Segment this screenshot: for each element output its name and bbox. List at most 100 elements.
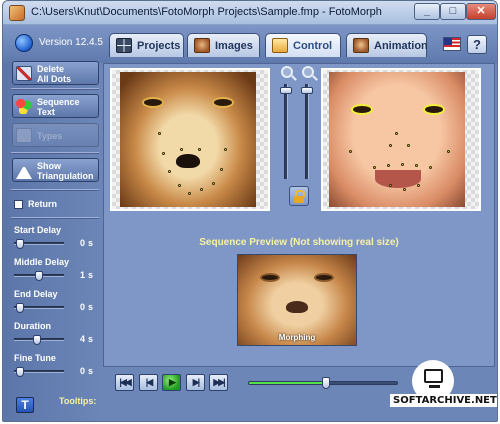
- morph-dot[interactable]: [198, 148, 201, 151]
- start-delay-unit: s: [88, 238, 94, 248]
- play-button[interactable]: ▶: [162, 374, 181, 391]
- middle-delay-unit: s: [88, 270, 94, 280]
- morph-dot[interactable]: [389, 144, 392, 147]
- middle-delay-slider[interactable]: [14, 271, 64, 281]
- slider-thumb[interactable]: [35, 271, 43, 281]
- tab-images[interactable]: Images: [187, 33, 260, 57]
- lock-icon[interactable]: [289, 186, 309, 206]
- eye-marker: [260, 273, 280, 282]
- minimize-button[interactable]: _: [414, 3, 440, 20]
- first-frame-button[interactable]: |◀◀: [115, 374, 134, 391]
- duration-unit: s: [88, 334, 94, 344]
- slider-thumb[interactable]: [16, 367, 24, 377]
- morph-dot[interactable]: [220, 168, 223, 171]
- end-delay-value: 0: [79, 302, 85, 312]
- top-toolbar: Version 12.4.5 Projects Images Control A…: [3, 25, 497, 63]
- app-window: C:\Users\Knut\Documents\FotoMorph Projec…: [2, 0, 498, 422]
- morph-dot[interactable]: [212, 182, 215, 185]
- tab-projects[interactable]: Projects: [109, 33, 184, 57]
- zoom-icon[interactable]: [302, 66, 314, 78]
- middle-delay-value: 1: [79, 270, 85, 280]
- middle-delay-label: Middle Delay: [14, 257, 70, 267]
- delete-all-dots-button[interactable]: Delete All Dots: [12, 61, 99, 85]
- slider-thumb[interactable]: [280, 87, 292, 94]
- tooltips-label: Tooltips:: [59, 396, 97, 406]
- slider-thumb[interactable]: [16, 239, 24, 249]
- morph-dot[interactable]: [162, 152, 165, 155]
- watermark: SOFTARCHIVE.NET: [387, 360, 497, 416]
- control-icon: [272, 38, 288, 53]
- morph-dot[interactable]: [429, 166, 432, 169]
- child-face-image: [329, 72, 465, 207]
- help-button[interactable]: ?: [467, 35, 487, 54]
- morph-dot[interactable]: [407, 144, 410, 147]
- previous-frame-button[interactable]: |◀: [139, 374, 158, 391]
- morph-dot[interactable]: [224, 148, 227, 151]
- morph-dot[interactable]: [373, 166, 376, 169]
- zoom-icon[interactable]: [281, 66, 293, 78]
- timeline-slider[interactable]: [248, 377, 398, 389]
- morph-dot[interactable]: [168, 170, 171, 173]
- source-zoom-slider[interactable]: [280, 84, 292, 179]
- close-button[interactable]: ✕: [466, 3, 496, 20]
- morph-dot[interactable]: [401, 163, 404, 166]
- source-image-frame[interactable]: [110, 68, 270, 211]
- morph-dot[interactable]: [395, 132, 398, 135]
- show-triangulation-button[interactable]: Show Triangulation: [12, 158, 99, 182]
- start-delay-slider[interactable]: [14, 239, 64, 249]
- tab-label: Control: [293, 40, 333, 52]
- slider-thumb[interactable]: [33, 335, 41, 345]
- morph-dot[interactable]: [387, 164, 390, 167]
- tab-label: Projects: [137, 40, 181, 52]
- morph-dot[interactable]: [447, 150, 450, 153]
- target-image-frame[interactable]: [321, 68, 481, 211]
- start-delay-label: Start Delay: [14, 225, 62, 235]
- maximize-button[interactable]: □: [440, 3, 466, 20]
- next-frame-button[interactable]: ▶|: [186, 374, 205, 391]
- end-delay-unit: s: [88, 302, 94, 312]
- return-checkbox[interactable]: [14, 200, 23, 209]
- preview-caption: Morphing: [278, 333, 316, 342]
- fine-tune-label: Fine Tune: [14, 353, 56, 363]
- language-flag-button[interactable]: [443, 37, 461, 51]
- fine-tune-slider[interactable]: [14, 367, 64, 377]
- watermark-text: SOFTARCHIVE.NET: [390, 394, 497, 407]
- morph-dot[interactable]: [188, 192, 191, 195]
- app-icon: [9, 5, 25, 21]
- target-zoom-slider[interactable]: [301, 84, 313, 179]
- morph-dot[interactable]: [417, 184, 420, 187]
- window-title: C:\Users\Knut\Documents\FotoMorph Projec…: [31, 6, 382, 18]
- tab-animation[interactable]: Animation: [346, 33, 428, 57]
- triangle-icon: [16, 164, 32, 179]
- eye-marker: [423, 104, 445, 115]
- timeline-thumb[interactable]: [322, 377, 330, 389]
- eye-marker: [212, 97, 234, 108]
- end-delay-slider[interactable]: [14, 303, 64, 313]
- eye-marker: [314, 273, 334, 282]
- morph-dot[interactable]: [389, 184, 392, 187]
- fine-tune-value: 0: [79, 366, 85, 376]
- duration-label: Duration: [14, 321, 51, 331]
- duration-slider[interactable]: [14, 335, 64, 345]
- divider: [11, 152, 99, 154]
- morph-dot[interactable]: [349, 150, 352, 153]
- slider-thumb[interactable]: [16, 303, 24, 313]
- morph-dot[interactable]: [200, 188, 203, 191]
- morph-dot[interactable]: [403, 188, 406, 191]
- morph-dot[interactable]: [180, 148, 183, 151]
- morph-dot[interactable]: [415, 164, 418, 167]
- globe-icon: [15, 34, 33, 52]
- button-label: Show Triangulation: [37, 161, 94, 181]
- morph-dot[interactable]: [158, 132, 161, 135]
- start-delay-value: 0: [79, 238, 85, 248]
- types-button[interactable]: Types: [12, 123, 99, 147]
- last-frame-button[interactable]: ▶▶|: [209, 374, 228, 391]
- tab-control[interactable]: Control: [265, 33, 341, 57]
- morph-dot[interactable]: [178, 184, 181, 187]
- sequence-preview: Morphing: [237, 254, 357, 346]
- sequence-text-button[interactable]: Sequence Text: [12, 94, 99, 118]
- cheetah-image: [120, 72, 256, 207]
- slider-thumb[interactable]: [301, 87, 313, 94]
- return-label: Return: [28, 199, 57, 209]
- tooltip-toggle-button[interactable]: T: [16, 397, 34, 413]
